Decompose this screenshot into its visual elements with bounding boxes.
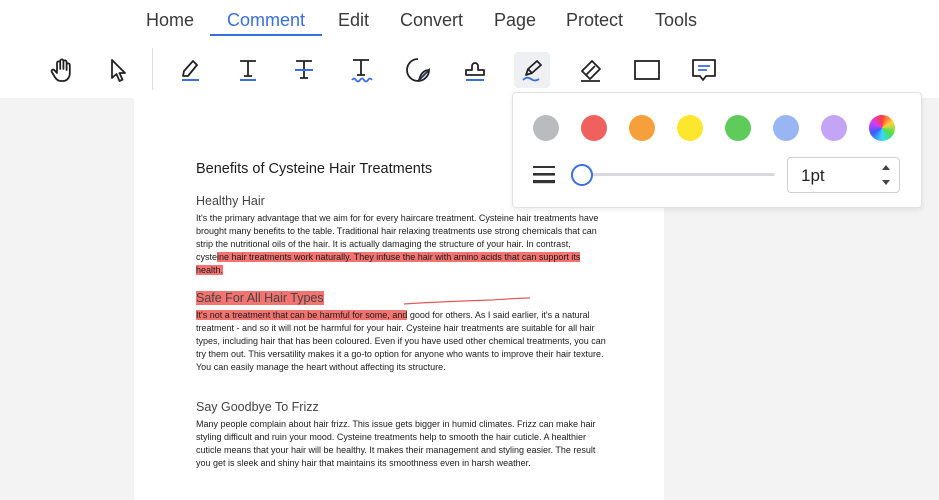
line-width-icon (533, 166, 555, 184)
section-heading-highlighted: Safe For All Hair Types (196, 291, 324, 305)
section-paragraph: It's not a treatment that can be harmful… (196, 309, 606, 374)
rectangle-tool-button[interactable] (629, 52, 665, 88)
sticky-note-tool-button[interactable] (400, 52, 436, 88)
sticky-note-icon (406, 58, 430, 82)
color-swatch-purple[interactable] (821, 115, 847, 141)
underline-icon (240, 60, 256, 81)
menu-tabs: Home Comment Edit Convert Page Protect T… (0, 0, 939, 40)
highlighted-text[interactable]: ine hair treatments work naturally. They… (196, 252, 581, 275)
stamp-tool-button[interactable] (457, 52, 493, 88)
strikethrough-tool-button[interactable] (286, 52, 322, 88)
ink-annotation[interactable] (402, 296, 534, 308)
color-swatch-blue[interactable] (773, 115, 799, 141)
decrement-arrow-icon[interactable] (881, 178, 891, 186)
line-width-stepper (787, 157, 900, 193)
increment-arrow-icon[interactable] (881, 164, 891, 172)
section-heading: Say Goodbye To Frizz (196, 400, 319, 414)
squiggly-tool-button[interactable] (343, 52, 379, 88)
highlight-icon (182, 60, 199, 81)
tab-page[interactable]: Page (494, 10, 536, 31)
highlighted-heading[interactable]: Safe For All Hair Types (196, 291, 324, 305)
top-bar: Home Comment Edit Convert Page Protect T… (0, 0, 939, 98)
comment-icon (692, 59, 716, 81)
tab-comment[interactable]: Comment (227, 10, 305, 31)
color-swatch-red[interactable] (581, 115, 607, 141)
select-cursor-icon (111, 59, 126, 82)
select-tool-button[interactable] (100, 52, 136, 88)
custom-color-picker-icon[interactable] (869, 115, 895, 141)
rectangle-icon (634, 60, 660, 80)
stamp-icon (465, 62, 485, 81)
highlighted-text[interactable]: It's not a treatment that can be harmful… (196, 310, 408, 320)
line-width-slider[interactable] (577, 173, 775, 176)
eraser-tool-button[interactable] (572, 52, 608, 88)
section-heading: Healthy Hair (196, 194, 265, 208)
color-swatch-orange[interactable] (629, 115, 655, 141)
eraser-icon (581, 60, 601, 82)
color-swatch-gray[interactable] (533, 115, 559, 141)
toolbar-divider (152, 48, 153, 90)
tab-tools[interactable]: Tools (655, 10, 697, 31)
comment-tool-button[interactable] (686, 52, 722, 88)
active-tab-indicator (210, 34, 322, 36)
paragraph-text: Many people complain about hair frizz. T… (196, 419, 596, 468)
section-paragraph: Many people complain about hair frizz. T… (196, 418, 606, 470)
color-swatch-yellow[interactable] (677, 115, 703, 141)
tab-home[interactable]: Home (146, 10, 194, 31)
underline-tool-button[interactable] (230, 52, 266, 88)
tab-convert[interactable]: Convert (400, 10, 463, 31)
pen-tool-button[interactable] (514, 52, 550, 88)
pen-icon (522, 60, 542, 82)
tab-protect[interactable]: Protect (566, 10, 623, 31)
line-width-slider-thumb[interactable] (571, 164, 593, 186)
hand-icon (50, 58, 71, 82)
line-width-input[interactable] (801, 166, 871, 186)
strikethrough-icon (295, 60, 313, 79)
tab-edit[interactable]: Edit (338, 10, 369, 31)
squiggly-underline-icon (351, 59, 373, 83)
section-paragraph: It's the primary advantage that we aim f… (196, 212, 606, 277)
hand-tool-button[interactable] (44, 52, 80, 88)
document-title: Benefits of Cysteine Hair Treatments (196, 161, 433, 177)
pen-settings-popup (512, 92, 922, 208)
color-swatch-green[interactable] (725, 115, 751, 141)
highlight-tool-button[interactable] (172, 52, 208, 88)
